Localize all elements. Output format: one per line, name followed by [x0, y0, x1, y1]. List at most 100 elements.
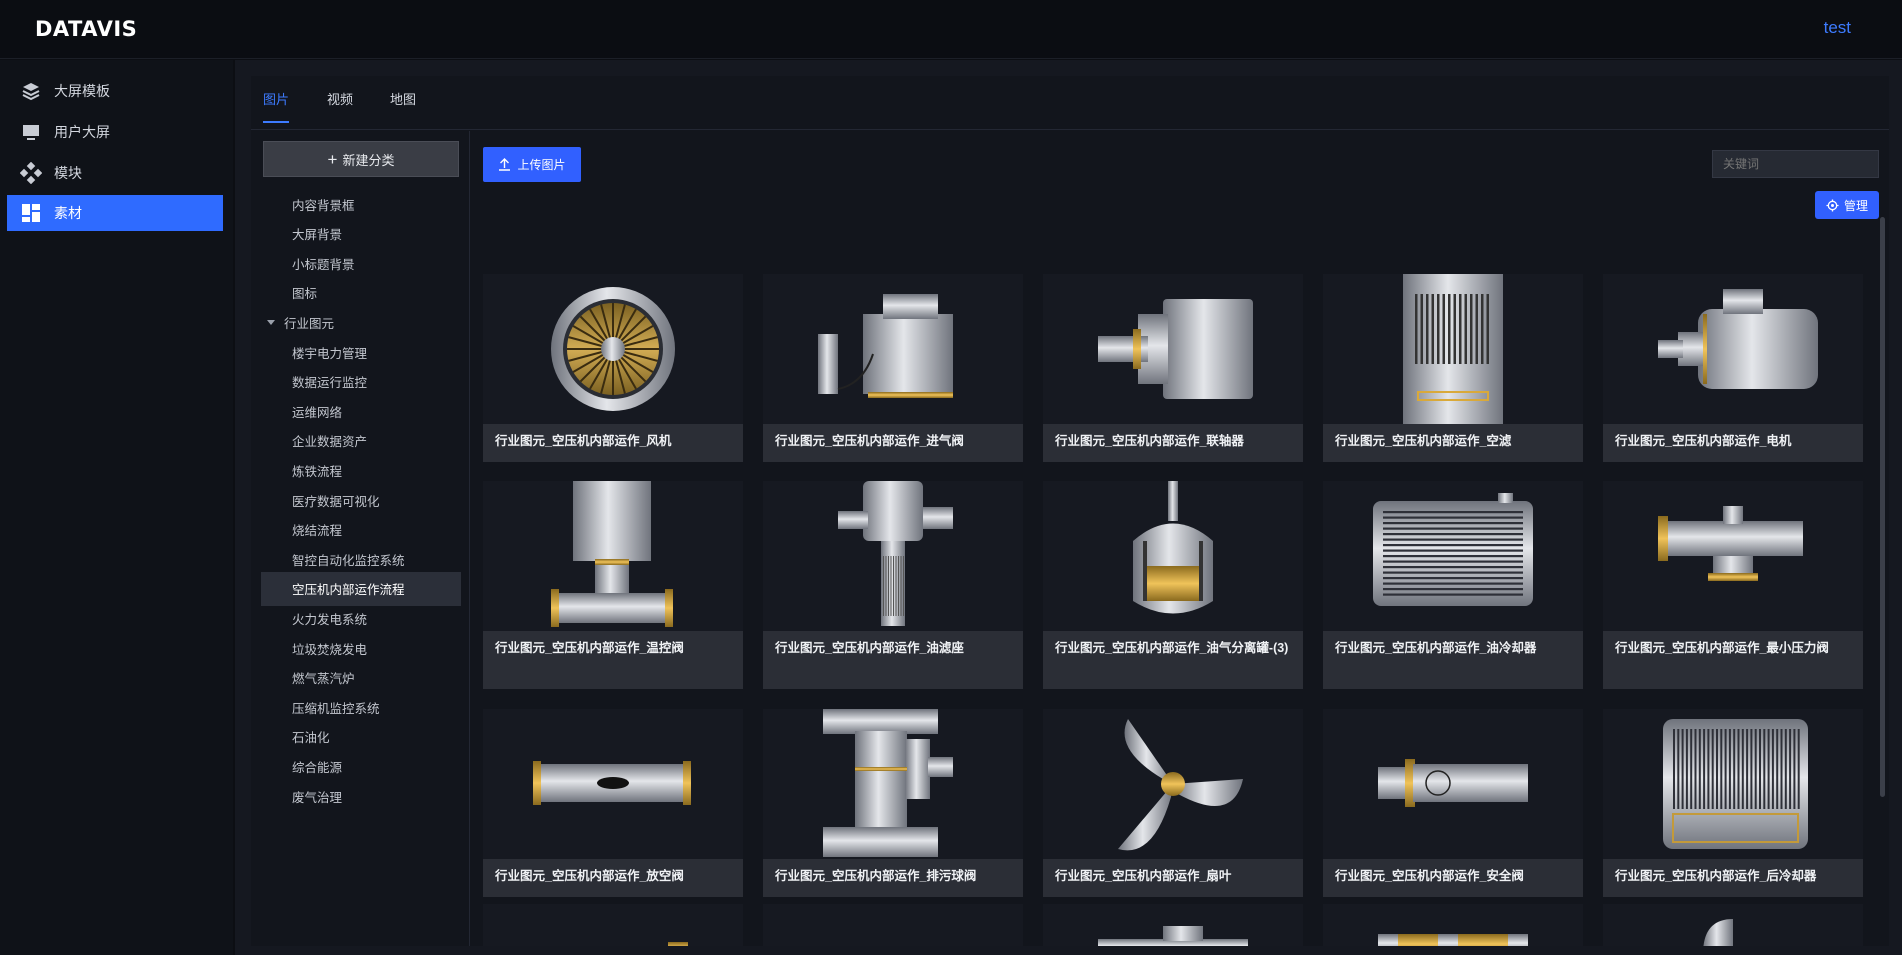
layers-icon	[20, 80, 42, 102]
sidebar-item-label: 模块	[54, 165, 82, 181]
sidebar-item-label: 素材	[54, 205, 82, 221]
tab-images[interactable]: 图片	[263, 89, 290, 123]
image-caption: 行业图元_空压机内部运作_油气分离罐-(3)	[1043, 631, 1303, 689]
image-caption: 行业图元_空压机内部运作_空滤	[1323, 424, 1583, 462]
image-card[interactable]: 行业图元_空压机内部运作_联轴器	[1043, 274, 1303, 462]
keyword-search-input[interactable]	[1712, 150, 1879, 178]
image-caption: 行业图元_空压机内部运作_电机	[1603, 424, 1863, 462]
upload-icon	[499, 158, 511, 171]
app-logo: DATAVIS	[35, 17, 138, 41]
image-content: 上传图片 管理 行业图元_空压机内部运作_风机行业图元_空压机内部运作_进气阀行…	[471, 131, 1889, 946]
image-card[interactable]: 行业图元_空压机内部运作_放空阀	[483, 709, 743, 897]
sidebar-item-templates[interactable]: 大屏模板	[7, 73, 223, 109]
sidebar-item-modules[interactable]: 模块	[7, 155, 223, 191]
image-card[interactable]: 行业图元_空压机内部运作_风机	[483, 274, 743, 462]
sidebar-item-materials[interactable]: 素材	[7, 195, 223, 231]
upload-image-button[interactable]: 上传图片	[483, 147, 581, 182]
category-label: 智控自动化监控系统	[292, 553, 405, 568]
sidebar-item-user-screens[interactable]: 用户大屏	[7, 114, 223, 150]
image-card[interactable]	[1603, 904, 1863, 946]
plus-icon: +	[327, 149, 338, 169]
category-label: 石油化	[292, 731, 330, 746]
image-caption: 行业图元_空压机内部运作_扇叶	[1043, 859, 1303, 897]
drain-valve-icon	[763, 709, 1023, 859]
image-thumbnail	[1603, 904, 1863, 946]
category-label: 压缩机监控系统	[292, 701, 380, 716]
category-item[interactable]: 废气治理	[261, 779, 461, 813]
image-caption: 行业图元_空压机内部运作_后冷却器	[1603, 859, 1863, 897]
image-card[interactable]	[1043, 904, 1303, 946]
image-thumbnail	[483, 904, 743, 946]
tab-maps[interactable]: 地图	[390, 89, 416, 117]
image-card[interactable]: 行业图元_空压机内部运作_温控阀	[483, 481, 743, 689]
grid-icon	[20, 202, 42, 224]
intake-valve-icon	[763, 274, 1023, 424]
caret-down-icon	[267, 319, 275, 325]
image-caption: 行业图元_空压机内部运作_温控阀	[483, 631, 743, 689]
category-label: 图标	[292, 287, 318, 302]
category-panel: + 新建分类 内容背景框 大屏背景 小标题背景 图标 行业图元 楼宇电力管理 数据运行监控运…	[251, 131, 470, 946]
image-card[interactable]: 行业图元_空压机内部运作_油冷却器	[1323, 481, 1583, 689]
after-cooler-icon	[1603, 709, 1863, 859]
category-label: 废气治理	[292, 790, 343, 805]
image-card[interactable]: 行业图元_空压机内部运作_进气阀	[763, 274, 1023, 462]
image-caption: 行业图元_空压机内部运作_最小压力阀	[1603, 631, 1863, 689]
safety-valve-icon	[1323, 709, 1583, 859]
tab-bar: 图片 视频 地图	[251, 76, 1889, 130]
image-card[interactable]: 行业图元_空压机内部运作_最小压力阀	[1603, 481, 1863, 689]
motor-icon	[1603, 274, 1863, 424]
image-card[interactable]	[763, 904, 1023, 946]
image-card[interactable]: 行业图元_空压机内部运作_扇叶	[1043, 709, 1303, 897]
air-filter-icon	[1323, 274, 1583, 424]
top-bar: DATAVIS test	[0, 0, 1902, 59]
image-caption: 行业图元_空压机内部运作_排污球阀	[763, 859, 1023, 897]
image-caption: 行业图元_空压机内部运作_风机	[483, 424, 743, 462]
image-caption: 行业图元_空压机内部运作_安全阀	[1323, 859, 1583, 897]
module-icon	[20, 162, 42, 184]
category-label: 医疗数据可视化	[292, 494, 380, 509]
category-label: 运维网络	[292, 405, 343, 420]
category-label: 内容背景框	[292, 198, 355, 213]
image-card[interactable]: 行业图元_空压机内部运作_油滤座	[763, 481, 1023, 689]
main-area: 图片 视频 地图 + 新建分类 内容背景框 大屏背景 小标题背景 图标 行业图元 楼宇电力…	[235, 60, 1902, 955]
user-name[interactable]: test	[1824, 18, 1851, 38]
tab-videos[interactable]: 视频	[327, 89, 353, 117]
oil-filter-icon	[763, 481, 1023, 631]
image-card[interactable]: 行业图元_空压机内部运作_空滤	[1323, 274, 1583, 462]
image-caption: 行业图元_空压机内部运作_油滤座	[763, 631, 1023, 689]
content-scrollbar[interactable]	[1880, 217, 1885, 797]
image-thumbnail	[1323, 904, 1583, 946]
new-category-label: 新建分类	[342, 152, 395, 168]
image-card[interactable]	[1323, 904, 1583, 946]
image-thumbnail	[763, 904, 1023, 946]
image-card[interactable]: 行业图元_空压机内部运作_油气分离罐-(3)	[1043, 481, 1303, 689]
image-caption: 行业图元_空压机内部运作_进气阀	[763, 424, 1023, 462]
category-label: 企业数据资产	[292, 435, 368, 450]
image-caption: 行业图元_空压机内部运作_放空阀	[483, 859, 743, 897]
monitor-icon	[20, 121, 42, 143]
vent-valve-icon	[483, 709, 743, 859]
image-card[interactable]: 行业图元_空压机内部运作_安全阀	[1323, 709, 1583, 897]
fan-machine-icon	[483, 274, 743, 424]
category-label: 烧结流程	[292, 524, 343, 539]
image-card[interactable]	[483, 904, 743, 946]
min-pressure-valve-icon	[1603, 481, 1863, 631]
coupling-icon	[1043, 274, 1303, 424]
manage-label: 管理	[1843, 198, 1868, 213]
category-label: 综合能源	[292, 760, 343, 775]
oil-cooler-icon	[1323, 481, 1583, 631]
sidebar-item-label: 用户大屏	[54, 124, 110, 140]
propeller-icon	[1043, 709, 1303, 859]
manage-button[interactable]: 管理	[1815, 191, 1879, 219]
category-label: 楼宇电力管理	[292, 346, 368, 361]
category-label: 燃气蒸汽炉	[292, 672, 355, 687]
separator-tank-icon	[1043, 481, 1303, 631]
category-label: 火力发电系统	[292, 612, 368, 627]
image-card[interactable]: 行业图元_空压机内部运作_后冷却器	[1603, 709, 1863, 897]
image-card[interactable]: 行业图元_空压机内部运作_排污球阀	[763, 709, 1023, 897]
upload-label: 上传图片	[517, 158, 566, 172]
image-thumbnail	[1043, 904, 1303, 946]
new-category-button[interactable]: + 新建分类	[263, 141, 459, 177]
image-card[interactable]: 行业图元_空压机内部运作_电机	[1603, 274, 1863, 462]
category-label: 垃圾焚烧发电	[292, 642, 368, 657]
